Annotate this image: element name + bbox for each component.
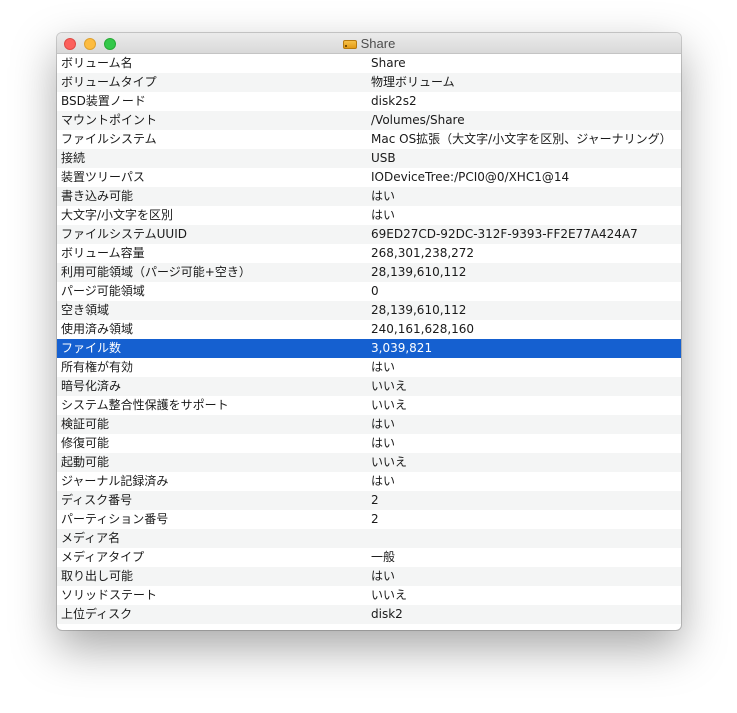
row-value: はい xyxy=(371,208,396,222)
info-table: ボリューム名 Share ボリュームタイプ 物理ボリューム BSD装置ノード disk2s… xyxy=(57,54,681,624)
table-row[interactable]: パーティション番号 2 xyxy=(57,510,681,529)
row-value: いいえ xyxy=(371,455,408,469)
row-value: 3,039,821 xyxy=(371,341,433,355)
row-value: disk2 xyxy=(371,607,403,621)
row-value: 0 xyxy=(371,284,379,298)
table-row[interactable]: 装置ツリーパス IODeviceTree:/PCI0@0/XHC1@14 xyxy=(57,168,681,187)
row-label: ファイルシステム xyxy=(61,132,157,146)
info-window: Share ボリューム名 Share ボリュームタイプ 物理ボリューム BSD装置ノード… xyxy=(57,33,681,630)
table-row[interactable]: ソリッドステート いいえ xyxy=(57,586,681,605)
row-value: いいえ xyxy=(371,588,408,602)
row-value: 2 xyxy=(371,512,379,526)
row-value: 28,139,610,112 xyxy=(371,303,467,317)
table-row[interactable]: 使用済み領域 240,161,628,160 xyxy=(57,320,681,339)
row-value: 28,139,610,112 xyxy=(371,265,467,279)
row-label: 起動可能 xyxy=(61,455,110,469)
row-label: 装置ツリーパス xyxy=(61,170,145,184)
row-label: システム整合性保護をサポート xyxy=(61,398,229,412)
row-value: はい xyxy=(371,436,396,450)
row-value: Share xyxy=(371,56,406,70)
row-label: BSD装置ノード xyxy=(61,94,146,108)
row-label: 接続 xyxy=(61,151,86,165)
table-row[interactable]: パージ可能領域 0 xyxy=(57,282,681,301)
row-label: ファイルシステムUUID xyxy=(61,227,187,241)
table-row[interactable]: ボリューム容量 268,301,238,272 xyxy=(57,244,681,263)
table-row[interactable]: ファイルシステムUUID 69ED27CD-92DC-312F-9393-FF2E… xyxy=(57,225,681,244)
row-label: 検証可能 xyxy=(61,417,110,431)
row-label: ファイル数 xyxy=(61,341,122,355)
table-row[interactable]: 暗号化済み いいえ xyxy=(57,377,681,396)
row-value: はい xyxy=(371,417,396,431)
row-label: 取り出し可能 xyxy=(61,569,134,583)
row-label: 所有権が有効 xyxy=(61,360,134,374)
row-value: IODeviceTree:/PCI0@0/XHC1@14 xyxy=(371,170,570,184)
table-row[interactable]: 検証可能 はい xyxy=(57,415,681,434)
row-value: 物理ボリューム xyxy=(371,75,455,89)
external-disk-icon xyxy=(342,38,357,50)
table-row[interactable]: 書き込み可能 はい xyxy=(57,187,681,206)
row-label: 大文字/小文字を区別 xyxy=(61,208,174,222)
table-row[interactable]: ディスク番号 2 xyxy=(57,491,681,510)
row-label: 上位ディスク xyxy=(61,607,133,621)
table-row[interactable]: 起動可能 いいえ xyxy=(57,453,681,472)
row-value: /Volumes/Share xyxy=(371,113,465,127)
row-value: disk2s2 xyxy=(371,94,417,108)
row-label: ソリッドステート xyxy=(61,588,158,602)
row-label: ボリューム名 xyxy=(61,56,133,70)
window-title: Share xyxy=(360,36,396,51)
row-label: 利用可能領域（パージ可能+空き） xyxy=(61,265,251,279)
row-value: 69ED27CD-92DC-312F-9393-FF2E77A424A7 xyxy=(371,227,638,241)
table-row[interactable]: 接続 USB xyxy=(57,149,681,168)
table-row[interactable]: 所有権が有効 はい xyxy=(57,358,681,377)
row-label: 書き込み可能 xyxy=(61,189,134,203)
table-row[interactable]: システム整合性保護をサポート いいえ xyxy=(57,396,681,415)
row-label: パーティション番号 xyxy=(61,512,169,526)
row-value: Mac OS拡張（大文字/小文字を区別、ジャーナリング） xyxy=(371,132,672,146)
table-row[interactable]: ジャーナル記録済み はい xyxy=(57,472,681,491)
table-row[interactable]: 空き領域 28,139,610,112 xyxy=(57,301,681,320)
window-title-group: Share xyxy=(57,33,681,54)
row-label: 暗号化済み xyxy=(61,379,122,393)
title-bar[interactable]: Share xyxy=(57,33,681,54)
row-value: はい xyxy=(371,360,396,374)
row-label: ボリューム容量 xyxy=(61,246,145,260)
row-value: 一般 xyxy=(371,550,396,564)
table-row[interactable]: ファイル数 3,039,821 xyxy=(57,339,681,358)
table-row[interactable]: 利用可能領域（パージ可能+空き） 28,139,610,112 xyxy=(57,263,681,282)
table-row[interactable]: ボリューム名 Share xyxy=(57,54,681,73)
row-value: いいえ xyxy=(371,398,408,412)
table-row[interactable]: ボリュームタイプ 物理ボリューム xyxy=(57,73,681,92)
table-row[interactable]: 上位ディスク disk2 xyxy=(57,605,681,624)
table-row[interactable]: BSD装置ノード disk2s2 xyxy=(57,92,681,111)
table-row[interactable]: マウントポイント/Volumes/Share xyxy=(57,111,681,130)
row-label: ディスク番号 xyxy=(61,493,133,507)
row-value: 240,161,628,160 xyxy=(371,322,475,336)
row-value: USB xyxy=(371,151,396,165)
row-label: パージ可能領域 xyxy=(61,284,145,298)
table-row[interactable]: メディアタイプ 一般 xyxy=(57,548,681,567)
row-value: 2 xyxy=(371,493,379,507)
row-value: はい xyxy=(371,189,396,203)
row-label: ジャーナル記録済み xyxy=(61,474,169,488)
row-label: 修復可能 xyxy=(61,436,110,450)
table-row[interactable]: ファイルシステム Mac OS拡張（大文字/小文字を区別、ジャーナリング） xyxy=(57,130,681,149)
row-value: はい xyxy=(371,569,396,583)
table-row[interactable]: メディア名 xyxy=(57,529,681,548)
table-row[interactable]: 取り出し可能 はい xyxy=(57,567,681,586)
row-value: はい xyxy=(371,474,396,488)
table-row[interactable]: 修復可能 はい xyxy=(57,434,681,453)
row-label: メディア名 xyxy=(61,531,121,545)
row-label: メディアタイプ xyxy=(61,550,145,564)
row-value: いいえ xyxy=(371,379,408,393)
row-label: ボリュームタイプ xyxy=(61,75,157,89)
row-label: 空き領域 xyxy=(61,303,110,317)
row-value: 268,301,238,272 xyxy=(371,246,475,260)
row-label: マウントポイント xyxy=(61,113,158,127)
row-label: 使用済み領域 xyxy=(61,322,134,336)
table-row[interactable]: 大文字/小文字を区別 はい xyxy=(57,206,681,225)
